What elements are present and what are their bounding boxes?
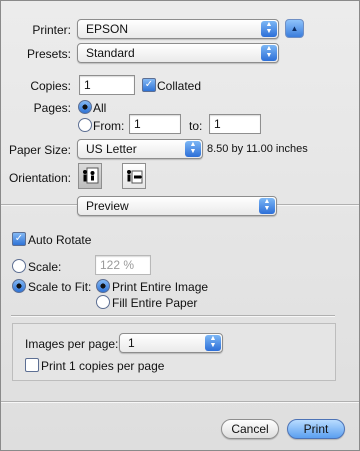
pages-all-label: All xyxy=(93,101,107,115)
print-copies-per-page-checkbox[interactable] xyxy=(25,358,39,372)
pages-to-value: 1 xyxy=(214,117,221,131)
paper-size-dimensions: 8.50 by 11.00 inches xyxy=(207,143,308,155)
layout-panel: Images per page: 1 ▲ ▼ Print 1 copies per… xyxy=(12,323,336,381)
orientation-label: Orientation: xyxy=(8,171,71,185)
popup-arrows-icon: ▲ ▼ xyxy=(185,141,201,157)
print-button[interactable]: Print xyxy=(287,419,345,439)
images-per-page-value: 1 xyxy=(128,336,135,350)
pages-from-field[interactable]: 1 xyxy=(129,114,181,134)
portrait-person-icon xyxy=(83,167,99,184)
pages-from-label: From: xyxy=(93,119,125,133)
scale-to-fit-label: Scale to Fit: xyxy=(28,280,92,294)
printer-popup[interactable]: EPSON ▲ ▼ xyxy=(77,19,279,39)
pages-from-value: 1 xyxy=(134,117,141,131)
collated-checkbox[interactable]: ✓ xyxy=(142,78,156,92)
pages-to-field[interactable]: 1 xyxy=(209,114,261,134)
presets-popup[interactable]: Standard ▲ ▼ xyxy=(77,43,279,63)
disclosure-triangle-button[interactable]: ▲ xyxy=(285,19,304,38)
auto-rotate-checkbox[interactable]: ✓ xyxy=(12,232,26,246)
popup-arrows-icon: ▲ ▼ xyxy=(261,21,277,37)
landscape-person-icon xyxy=(127,170,143,184)
copies-field[interactable]: 1 xyxy=(79,75,135,95)
cancel-button[interactable]: Cancel xyxy=(221,419,279,439)
scale-to-fit-radio[interactable] xyxy=(12,279,26,293)
presets-label: Presets: xyxy=(26,47,71,61)
separator xyxy=(1,401,359,403)
print-copies-per-page-label: Print 1 copies per page xyxy=(41,359,165,373)
checkmark-icon: ✓ xyxy=(144,79,154,90)
scale-label: Scale: xyxy=(28,260,62,274)
orientation-landscape-button[interactable] xyxy=(122,163,146,189)
orientation-portrait-button[interactable] xyxy=(78,163,102,189)
pages-all-radio[interactable] xyxy=(78,100,92,114)
popup-arrows-icon: ▲ ▼ xyxy=(205,335,221,351)
copies-label: Copies: xyxy=(30,79,71,93)
print-dialog: Printer: EPSON ▲ ▼ ▲ Presets: Standard ▲ ▼… xyxy=(0,0,360,451)
paper-size-popup[interactable]: US Letter ▲ ▼ xyxy=(77,139,203,159)
print-entire-image-radio[interactable] xyxy=(96,279,110,293)
printer-label: Printer: xyxy=(32,23,71,37)
pages-to-label: to: xyxy=(189,119,203,133)
images-per-page-label: Images per page: xyxy=(25,337,119,351)
fill-entire-paper-label: Fill Entire Paper xyxy=(112,296,198,310)
separator xyxy=(11,315,335,317)
triangle-up-icon: ▲ xyxy=(290,24,299,33)
copies-value: 1 xyxy=(84,78,91,92)
popup-arrows-icon: ▲ ▼ xyxy=(261,45,277,61)
scale-value: 122 % xyxy=(100,258,135,272)
print-entire-image-label: Print Entire Image xyxy=(112,280,209,294)
scale-field[interactable]: 122 % xyxy=(95,255,151,275)
fill-entire-paper-radio[interactable] xyxy=(96,295,110,309)
paper-size-value: US Letter xyxy=(86,142,137,156)
section-value: Preview xyxy=(86,199,129,213)
images-per-page-popup[interactable]: 1 ▲ ▼ xyxy=(119,333,223,353)
presets-value: Standard xyxy=(86,46,135,60)
paper-size-label: Paper Size: xyxy=(8,143,71,157)
checkmark-icon: ✓ xyxy=(14,233,24,244)
printer-value: EPSON xyxy=(86,22,129,36)
pages-label: Pages: xyxy=(33,101,71,115)
popup-arrows-icon: ▲ ▼ xyxy=(259,198,275,214)
pages-from-radio[interactable] xyxy=(78,118,92,132)
collated-label: Collated xyxy=(157,79,202,93)
scale-radio[interactable] xyxy=(12,259,26,273)
section-popup[interactable]: Preview ▲ ▼ xyxy=(77,196,277,216)
auto-rotate-label: Auto Rotate xyxy=(28,233,92,247)
